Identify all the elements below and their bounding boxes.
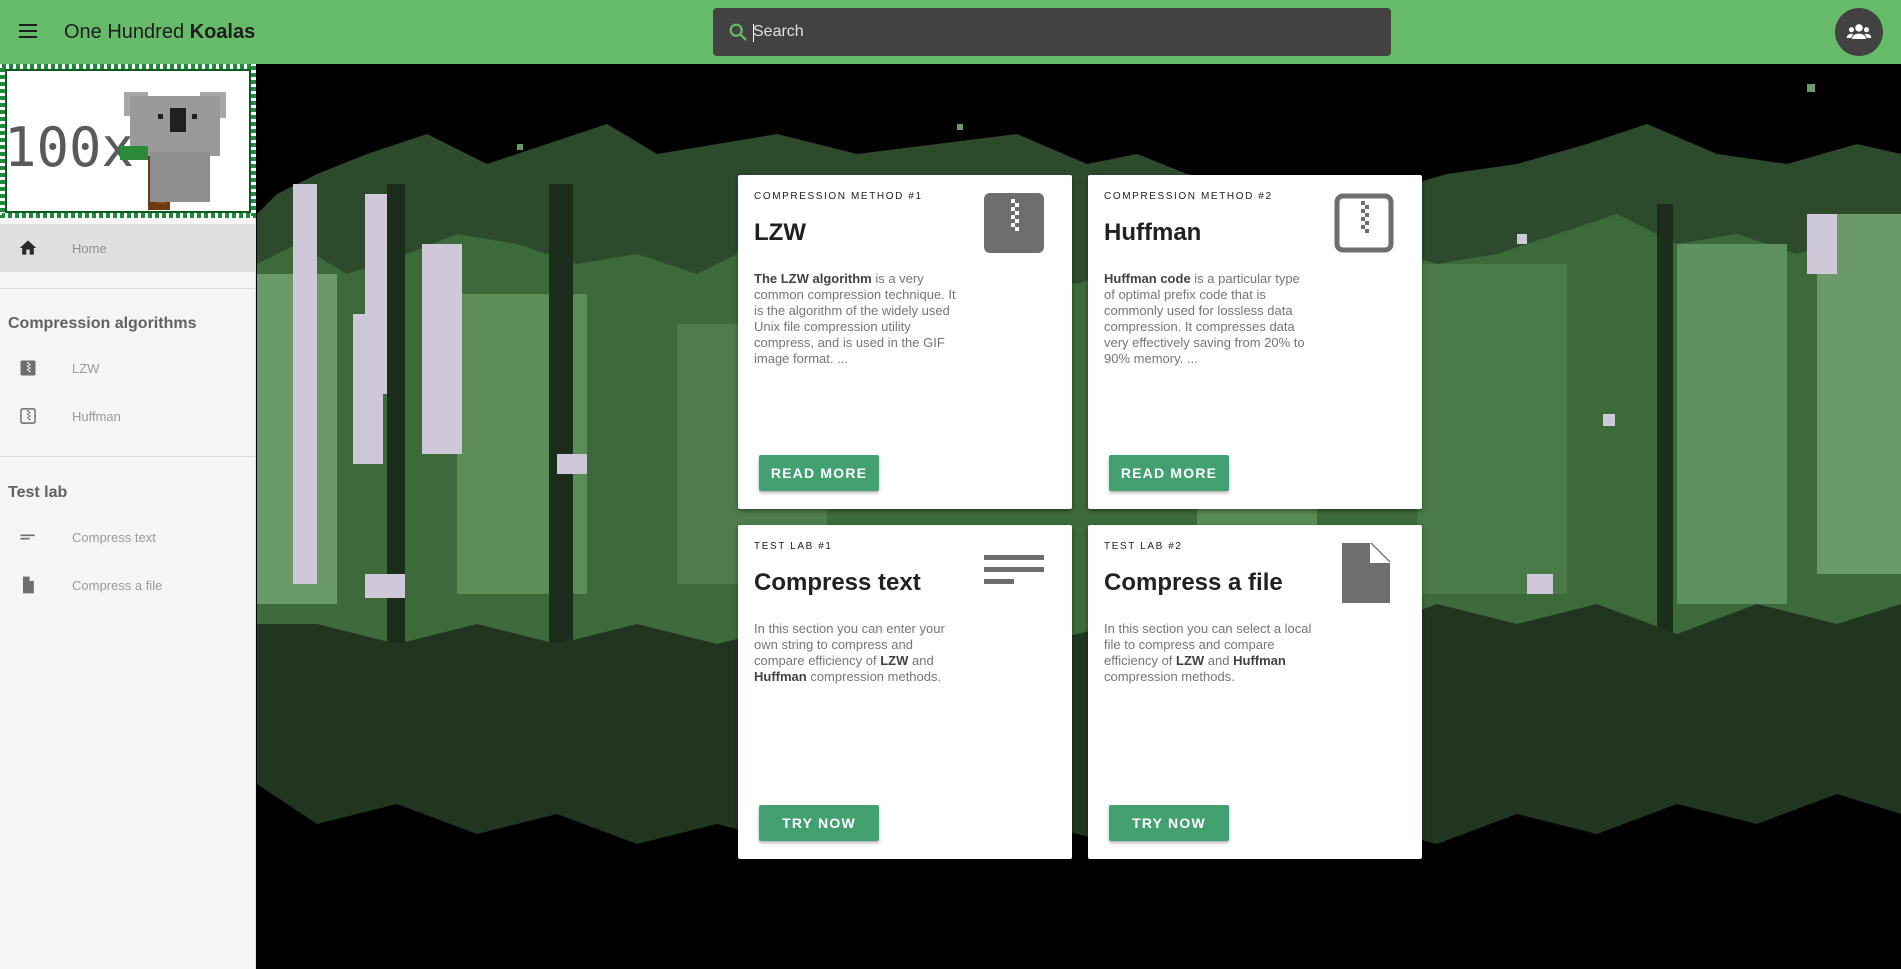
- main-content: COMPRESSION METHOD #1 LZW The LZW algori…: [257, 64, 1901, 969]
- card-text: and: [1204, 653, 1234, 668]
- zip-icon: [984, 193, 1044, 253]
- file-icon: [1342, 543, 1390, 603]
- sidebar-item-lzw[interactable]: LZW: [0, 344, 256, 392]
- sidebar-item-label: Home: [72, 241, 107, 256]
- text-caret: [753, 24, 754, 42]
- read-more-huffman-button[interactable]: READ MORE: [1109, 455, 1229, 491]
- card-text-bold: Huffman: [1233, 653, 1286, 668]
- sidebar-item-huffman[interactable]: Huffman: [0, 392, 256, 440]
- card-title: Compress a file: [1104, 569, 1283, 596]
- zip-box-icon: [1334, 193, 1394, 253]
- card-title: Huffman: [1104, 219, 1202, 246]
- search-icon: [729, 23, 747, 41]
- zip-icon: [20, 360, 36, 376]
- card-text-bold: The LZW algorithm: [754, 271, 872, 286]
- home-icon: [19, 240, 37, 255]
- read-more-lzw-button[interactable]: READ MORE: [759, 455, 879, 491]
- sidebar-item-label: Compress a file: [72, 578, 163, 593]
- try-now-file-button[interactable]: TRY NOW: [1109, 805, 1229, 841]
- search-input[interactable]: [753, 8, 1373, 56]
- file-icon: [23, 576, 34, 594]
- people-icon: [1846, 24, 1872, 39]
- card-description: In this section you can select a local f…: [1104, 621, 1314, 685]
- card-compress-file: TEST LAB #2 Compress a file In this sect…: [1088, 525, 1422, 859]
- card-text: and: [908, 653, 934, 668]
- app-title: One Hundred Koalas: [64, 21, 255, 44]
- card-text-bold: LZW: [1176, 653, 1205, 668]
- card-description: In this section you can enter your own s…: [754, 621, 964, 685]
- card-text: compression methods.: [806, 669, 942, 684]
- app-title-light: One Hundred: [64, 21, 190, 43]
- sidebar-item-compress-file[interactable]: Compress a file: [0, 561, 256, 609]
- account-group-icon[interactable]: [1835, 8, 1883, 56]
- divider: [0, 288, 256, 289]
- text-lines-icon: [984, 555, 1044, 584]
- section-heading-test-lab: Test lab: [8, 484, 68, 501]
- card-overline: COMPRESSION METHOD #2: [1104, 191, 1273, 202]
- card-text-bold: Huffman: [754, 669, 807, 684]
- card-title: LZW: [754, 219, 806, 246]
- forest-background: [257, 64, 1901, 969]
- app-title-bold: Koalas: [189, 21, 256, 43]
- zip-box-icon: [20, 408, 36, 424]
- menu-icon[interactable]: [14, 18, 42, 46]
- text-lines-icon: [20, 534, 35, 540]
- card-compress-text: TEST LAB #1 Compress text In this sectio…: [738, 525, 1072, 859]
- card-lzw: COMPRESSION METHOD #1 LZW The LZW algori…: [738, 175, 1072, 509]
- sidebar-item-home[interactable]: Home: [0, 224, 256, 272]
- section-heading-compression: Compression algorithms: [8, 315, 197, 332]
- sidebar-item-label: LZW: [72, 361, 100, 376]
- card-text-bold: Huffman code: [1104, 271, 1191, 286]
- card-title: Compress text: [754, 569, 921, 596]
- koala-logo: 100x: [0, 64, 256, 218]
- card-description: The LZW algorithm is a very common compr…: [754, 271, 964, 367]
- top-app-bar: One Hundred Koalas: [0, 0, 1901, 64]
- card-text-bold: LZW: [880, 653, 909, 668]
- divider: [0, 456, 256, 457]
- sidebar-item-label: Compress text: [72, 530, 156, 545]
- card-overline: TEST LAB #1: [754, 541, 833, 552]
- sidebar: 100x Home Compression algorithms LZW Huf…: [0, 64, 256, 969]
- card-text: compression methods.: [1104, 669, 1235, 684]
- search-bar[interactable]: [713, 8, 1391, 56]
- card-overline: TEST LAB #2: [1104, 541, 1183, 552]
- card-huffman: COMPRESSION METHOD #2 Huffman Huffman co…: [1088, 175, 1422, 509]
- sidebar-item-compress-text[interactable]: Compress text: [0, 513, 256, 561]
- sidebar-item-label: Huffman: [72, 409, 121, 424]
- try-now-text-button[interactable]: TRY NOW: [759, 805, 879, 841]
- svg-text:100x: 100x: [4, 116, 134, 179]
- card-description: Huffman code is a particular type of opt…: [1104, 271, 1314, 367]
- card-overline: COMPRESSION METHOD #1: [754, 191, 923, 202]
